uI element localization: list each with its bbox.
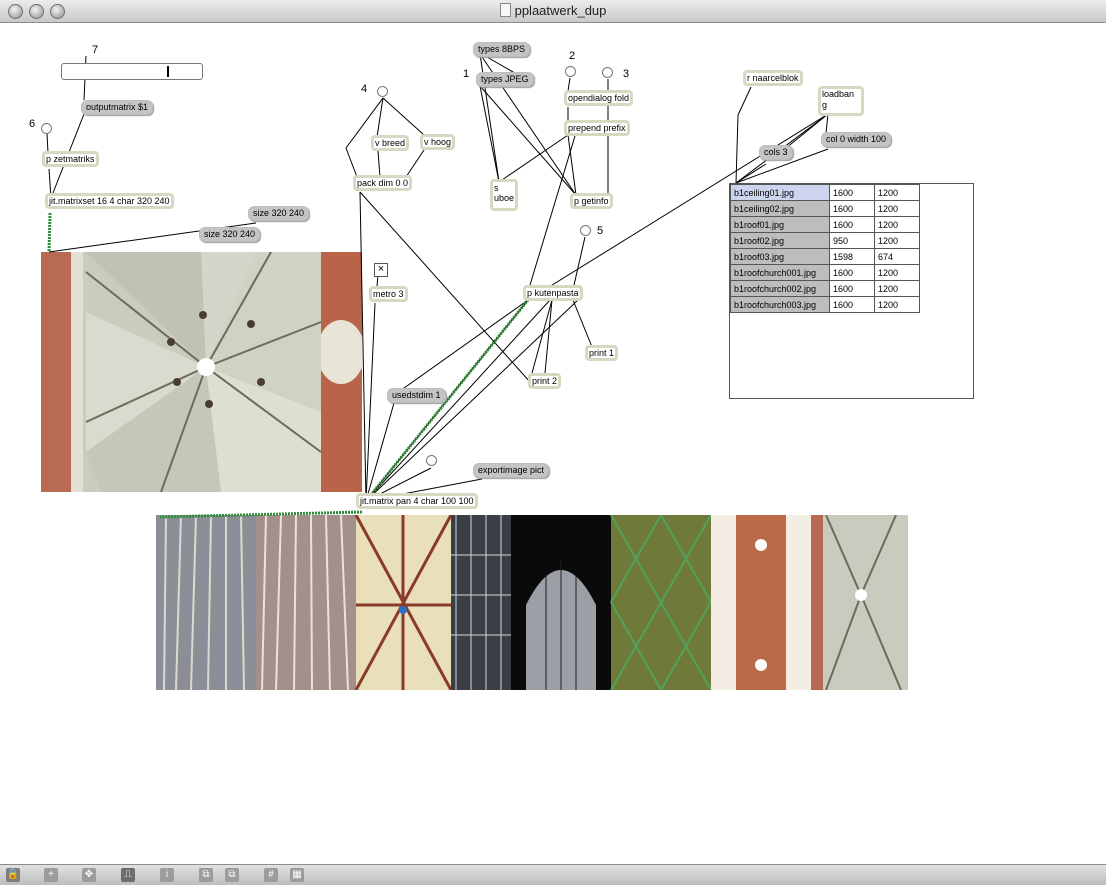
opendialog-object[interactable]: opendialog fold <box>564 90 634 106</box>
number-label-4: 4 <box>361 83 368 95</box>
width-cell[interactable]: 950 <box>829 232 875 249</box>
height-cell[interactable]: 1200 <box>874 232 920 249</box>
v-breed-object[interactable]: v breed <box>371 135 410 151</box>
s-uboe-object[interactable]: s uboe <box>490 179 519 211</box>
patch-cords <box>46 53 829 519</box>
jit-matrixset-object[interactable]: jit.matrixset 16 4 char 320 240 <box>45 193 174 209</box>
height-cell[interactable]: 1200 <box>874 184 920 201</box>
filename-cell[interactable]: b1roof01.jpg <box>730 216 830 233</box>
window-title: pplaatwerk_dup <box>0 3 1106 18</box>
table-row[interactable]: b1roofchurch002.jpg 1600 1200 <box>730 280 920 297</box>
number-label-3: 3 <box>623 68 630 80</box>
size-message-b[interactable]: size 320 240 <box>199 227 261 242</box>
print-2-object[interactable]: print 2 <box>528 373 562 389</box>
hslider[interactable] <box>61 63 203 80</box>
types-8bps-message[interactable]: types 8BPS <box>473 42 531 57</box>
width-cell[interactable]: 1598 <box>829 248 875 265</box>
outputmatrix-message[interactable]: outputmatrix $1 <box>81 100 154 115</box>
table-row[interactable]: b1roofchurch003.jpg 1600 1200 <box>730 296 920 313</box>
usedstdim-message[interactable]: usedstdim 1 <box>387 388 446 403</box>
filename-cell[interactable]: b1roofchurch003.jpg <box>730 296 830 313</box>
width-cell[interactable]: 1600 <box>829 184 875 201</box>
filename-cell[interactable]: b1roof03.jpg <box>730 248 830 265</box>
v-hoog-object[interactable]: v hoog <box>420 134 456 150</box>
table-row[interactable]: b1ceiling02.jpg 1600 1200 <box>730 200 920 217</box>
width-cell[interactable]: 1600 <box>829 216 875 233</box>
bang-button-3[interactable] <box>602 67 613 78</box>
table-row[interactable]: b1roof03.jpg 1598 674 <box>730 248 920 265</box>
filename-cell[interactable]: b1roofchurch001.jpg <box>730 264 830 281</box>
document-icon <box>499 3 511 17</box>
cellblock-grid[interactable]: b1ceiling01.jpg 1600 1200 b1ceiling02.jpg 16… <box>730 184 920 313</box>
prepend-prefix-object[interactable]: prepend prefix <box>564 120 630 136</box>
loadbang-line2: g <box>822 100 828 110</box>
paste-icon[interactable]: ⧉ <box>225 868 239 882</box>
filename-cell[interactable]: b1ceiling01.jpg <box>730 184 830 201</box>
height-cell[interactable]: 1200 <box>874 216 920 233</box>
width-cell[interactable]: 1600 <box>829 200 875 217</box>
copy-icon[interactable]: ⧉ <box>199 868 213 882</box>
s-uboe-line2: uboe <box>494 193 515 203</box>
height-cell[interactable]: 1200 <box>874 264 920 281</box>
number-label-5: 5 <box>597 225 604 237</box>
height-cell[interactable]: 1200 <box>874 280 920 297</box>
number-label-2: 2 <box>569 50 576 62</box>
pack-dim-object[interactable]: pack dim 0 0 <box>353 175 413 191</box>
cols-message[interactable]: cols 3 <box>759 145 793 160</box>
col-width-message[interactable]: col 0 width 100 <box>821 132 892 147</box>
new-object-icon[interactable]: + <box>44 868 58 882</box>
metro-toggle[interactable]: × <box>374 263 388 277</box>
number-label-6: 6 <box>29 118 36 130</box>
bang-button-4[interactable] <box>377 86 388 97</box>
move-icon[interactable]: ✥ <box>82 868 96 882</box>
p-getinfo-object[interactable]: p getinfo <box>570 193 613 209</box>
filename-cell[interactable]: b1roofchurch002.jpg <box>730 280 830 297</box>
window-titlebar: pplaatwerk_dup <box>0 0 1106 23</box>
bang-button-6[interactable] <box>41 123 52 134</box>
table-row[interactable]: b1roof01.jpg 1600 1200 <box>730 216 920 233</box>
number-label-1: 1 <box>463 68 470 80</box>
cellblock-table[interactable]: b1ceiling01.jpg 1600 1200 b1ceiling02.jpg 16… <box>729 183 974 399</box>
table-row[interactable]: b1ceiling01.jpg 1600 1200 <box>730 184 920 201</box>
filename-cell[interactable]: b1roof02.jpg <box>730 232 830 249</box>
height-cell[interactable]: 1200 <box>874 296 920 313</box>
bang-button-export[interactable] <box>426 455 437 466</box>
window-title-text: pplaatwerk_dup <box>514 3 607 18</box>
table-row[interactable]: b1roof02.jpg 950 1200 <box>730 232 920 249</box>
snap-icon[interactable]: ▦ <box>290 868 304 882</box>
table-row[interactable]: b1roofchurch001.jpg 1600 1200 <box>730 264 920 281</box>
loadbang-line1: loadban <box>822 89 855 99</box>
width-cell[interactable]: 1600 <box>829 280 875 297</box>
height-cell[interactable]: 1200 <box>874 200 920 217</box>
bang-button-2[interactable] <box>565 66 576 77</box>
width-cell[interactable]: 1600 <box>829 264 875 281</box>
exportimage-message[interactable]: exportimage pict <box>473 463 550 478</box>
number-label-7: 7 <box>92 44 99 56</box>
height-cell[interactable]: 674 <box>874 248 920 265</box>
jit-matrix-pan-object[interactable]: jit.matrix pan 4 char 100 100 <box>356 493 478 509</box>
p-kutenpasta-object[interactable]: p kutenpasta <box>523 285 583 301</box>
presentation-icon[interactable]: ⎍ <box>121 868 135 882</box>
width-cell[interactable]: 1600 <box>829 296 875 313</box>
types-jpeg-message[interactable]: types JPEG <box>476 72 534 87</box>
p-zetmatriks-object[interactable]: p zetmatriks <box>42 151 99 167</box>
patcher-toolbar: 🔒 + ✥ ⎍ i ⧉ ⧉ # ▦ <box>0 864 1106 885</box>
print-1-object[interactable]: print 1 <box>585 345 619 361</box>
slider-knob[interactable] <box>167 66 169 77</box>
size-message-a[interactable]: size 320 240 <box>248 206 310 221</box>
filename-cell[interactable]: b1ceiling02.jpg <box>730 200 830 217</box>
metro-object[interactable]: metro 3 <box>369 286 408 302</box>
loadbang-object[interactable]: loadban g <box>818 86 864 116</box>
r-naarcelblok-object[interactable]: r naarcelblok <box>743 70 803 86</box>
info-icon[interactable]: i <box>160 868 174 882</box>
s-uboe-line1: s <box>494 183 499 193</box>
grid-icon[interactable]: # <box>264 868 278 882</box>
lock-icon[interactable]: 🔒 <box>6 868 20 882</box>
patch-canvas[interactable]: 7 6 4 1 2 3 5 × outputmatrix $1 size 320… <box>0 23 1106 863</box>
bang-button-5[interactable] <box>580 225 591 236</box>
